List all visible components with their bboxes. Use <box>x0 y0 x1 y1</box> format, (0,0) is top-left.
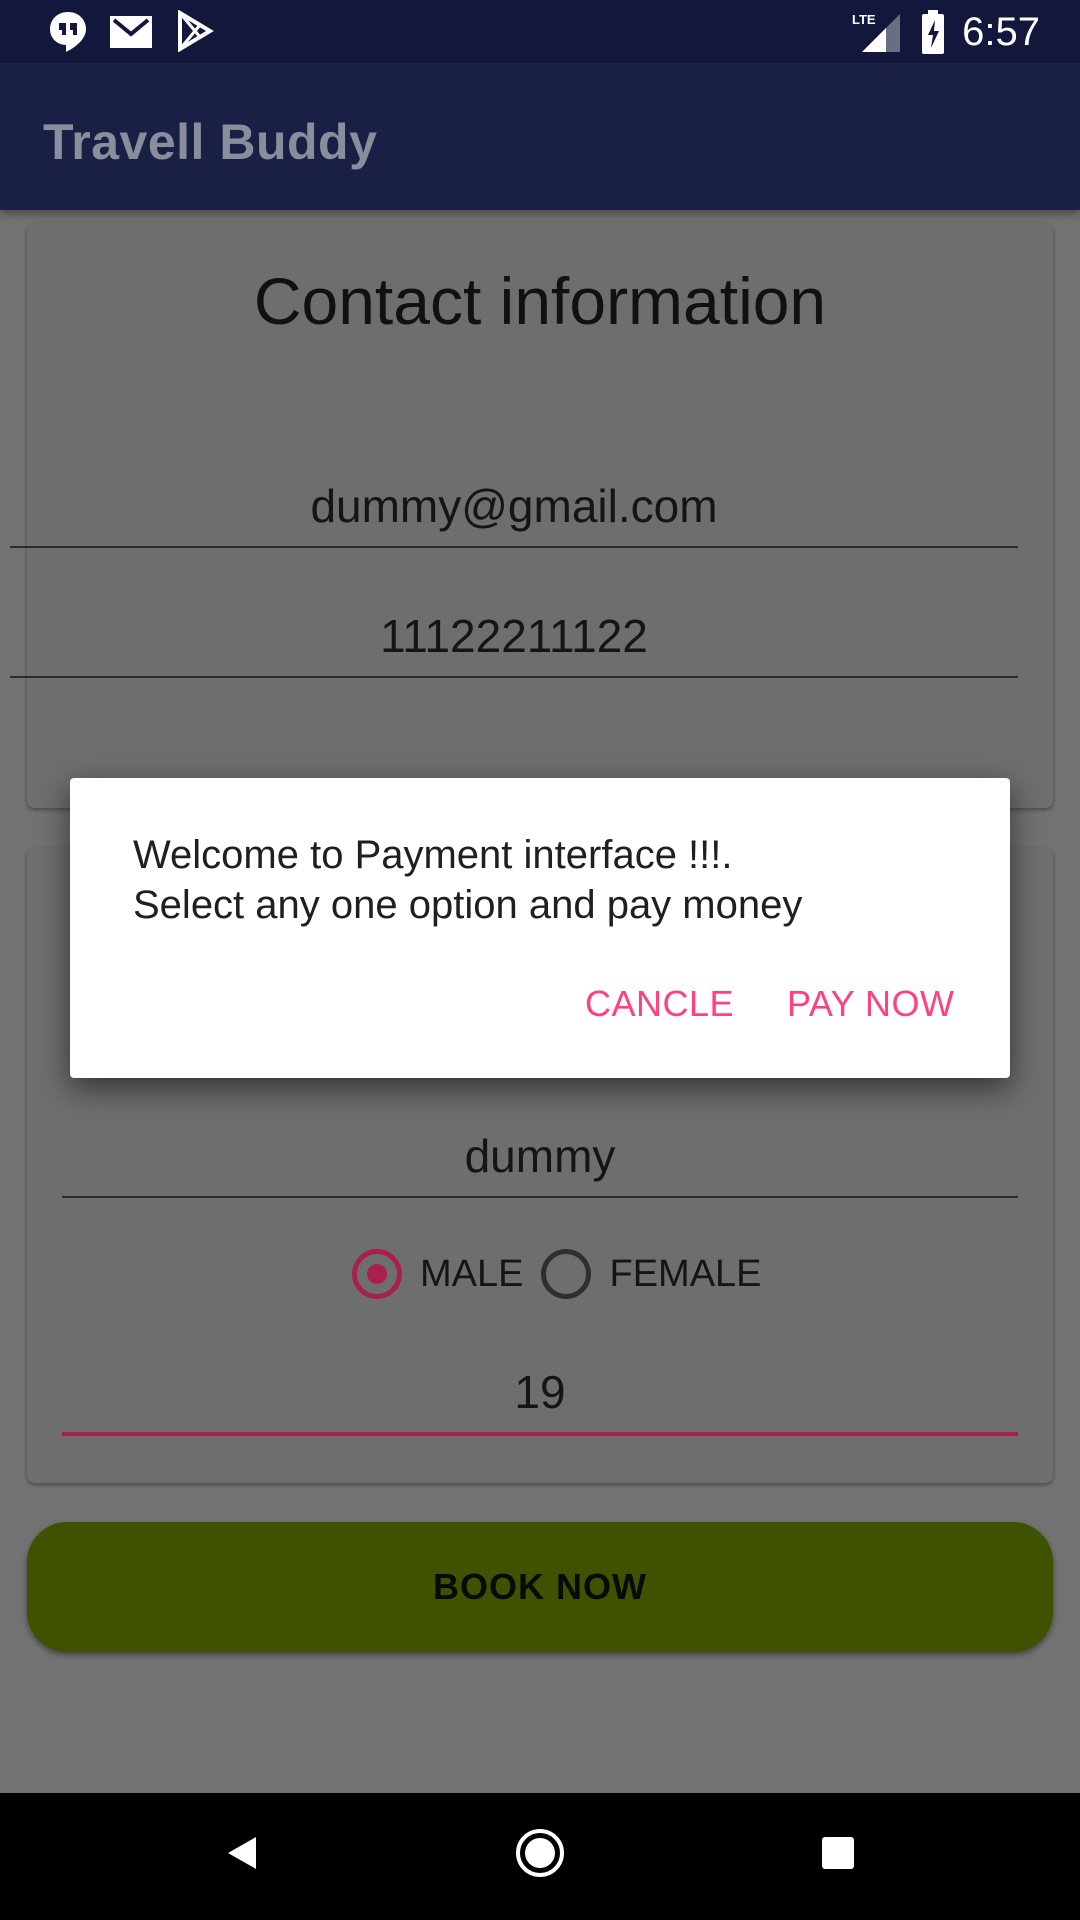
cancel-button[interactable]: CANCLE <box>585 983 734 1025</box>
gmail-icon <box>110 16 152 48</box>
female-radio[interactable] <box>541 1249 592 1299</box>
lte-signal-icon: LTE <box>852 12 900 52</box>
pay-now-button[interactable]: PAY NOW <box>787 983 955 1025</box>
age-field[interactable]: 19 <box>62 1352 1018 1436</box>
app-title: Travell Buddy <box>43 114 378 170</box>
battery-charging-icon <box>922 10 944 54</box>
play-store-icon <box>178 10 214 52</box>
status-time: 6:57 <box>962 10 1040 54</box>
back-icon[interactable] <box>222 1823 262 1883</box>
navigation-bar <box>0 1793 1080 1920</box>
phone-field[interactable]: 11122211122 <box>10 596 1018 678</box>
payment-dialog: Welcome to Payment interface !!!. Select… <box>70 778 1010 1078</box>
male-label[interactable]: MALE <box>420 1253 523 1296</box>
status-bar: LTE 6:57 <box>0 0 1080 63</box>
home-icon[interactable] <box>510 1823 570 1883</box>
svg-text:LTE: LTE <box>852 12 876 27</box>
gender-radio-group: MALE FEMALE <box>352 1246 780 1302</box>
male-radio[interactable] <box>352 1249 402 1299</box>
name-field[interactable]: dummy <box>62 1116 1018 1198</box>
dialog-message: Welcome to Payment interface !!!. Select… <box>133 833 803 927</box>
female-label[interactable]: FEMALE <box>609 1253 761 1296</box>
hangouts-icon <box>50 12 86 52</box>
app-bar: Travell Buddy <box>0 63 1080 210</box>
email-field[interactable]: dummy@gmail.com <box>10 466 1018 548</box>
book-now-button[interactable]: BOOK NOW <box>27 1522 1053 1652</box>
recents-icon[interactable] <box>818 1823 858 1883</box>
contact-title: Contact information <box>253 264 827 338</box>
